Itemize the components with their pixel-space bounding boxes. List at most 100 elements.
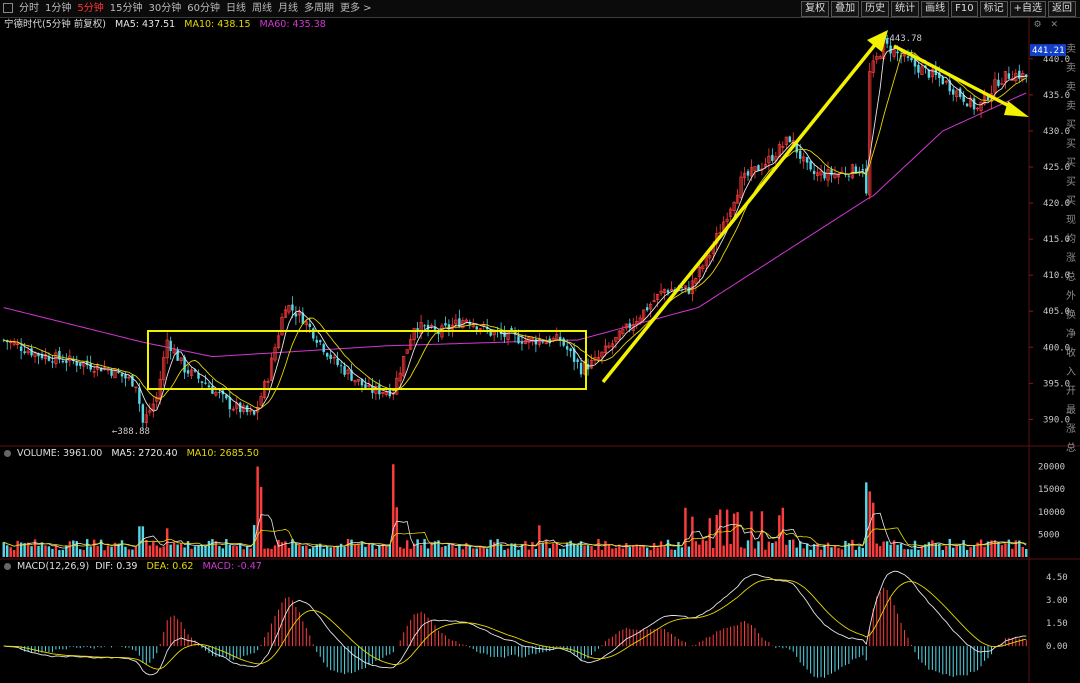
candle-body xyxy=(263,381,267,398)
volume-bar xyxy=(162,546,165,557)
volume-bar xyxy=(837,547,840,557)
volume-bar xyxy=(875,543,878,557)
tool-button-2[interactable]: 历史 xyxy=(861,1,890,17)
volume-bar xyxy=(141,526,145,557)
volume-bar xyxy=(1018,540,1021,557)
candle-body xyxy=(398,372,402,382)
candle-body xyxy=(26,350,30,354)
candle-body xyxy=(555,334,559,341)
candle-body xyxy=(325,353,329,357)
candle-body xyxy=(767,155,771,164)
volume-bar xyxy=(423,539,426,557)
candle-body xyxy=(16,343,20,345)
tab-2[interactable]: 5分钟 xyxy=(77,2,103,15)
candle-body xyxy=(371,385,374,393)
tab-4[interactable]: 30分钟 xyxy=(148,2,181,15)
candle-body xyxy=(510,328,513,332)
volume-bar xyxy=(976,542,979,557)
tab-6[interactable]: 日线 xyxy=(226,2,246,15)
candle-body xyxy=(259,396,263,406)
tool-button-7[interactable]: +自选 xyxy=(1009,1,1046,17)
candle-body xyxy=(565,346,569,350)
volume-bar xyxy=(579,541,583,557)
volume-bar xyxy=(614,547,618,557)
candle-body xyxy=(788,136,791,143)
volume-bar xyxy=(308,548,312,557)
tool-button-5[interactable]: F10 xyxy=(951,1,978,17)
candle-body xyxy=(635,321,639,325)
volume-bar xyxy=(245,546,249,557)
candle-body xyxy=(617,330,621,340)
candle-body xyxy=(520,341,524,344)
volume-bar xyxy=(30,546,33,557)
volume-bar xyxy=(746,540,750,557)
tool-button-1[interactable]: 叠加 xyxy=(831,1,860,17)
volume-bar xyxy=(534,548,538,557)
volume-bar xyxy=(399,547,402,557)
candle-body xyxy=(551,337,555,342)
tab-0[interactable]: 分时 xyxy=(19,2,39,15)
candle-body xyxy=(1000,83,1004,85)
tool-button-0[interactable]: 复权 xyxy=(801,1,830,17)
volume-bar xyxy=(625,543,628,557)
candle-body xyxy=(624,323,628,329)
tab-1[interactable]: 1分钟 xyxy=(45,2,71,15)
tab-5[interactable]: 60分钟 xyxy=(187,2,220,15)
macd-settings-icon[interactable] xyxy=(4,563,11,570)
volume-bar xyxy=(371,544,374,557)
volume-bar xyxy=(458,544,461,557)
volume-bar xyxy=(872,502,875,557)
close-icon[interactable]: ✕ xyxy=(1050,20,1058,30)
candle-body xyxy=(204,382,207,384)
volume-settings-icon[interactable] xyxy=(4,450,11,457)
tool-button-8[interactable]: 返回 xyxy=(1048,1,1076,17)
volume-bar xyxy=(165,528,169,557)
tool-button-6[interactable]: 标记 xyxy=(979,1,1008,17)
volume-bar xyxy=(9,547,12,557)
volume-bar xyxy=(809,549,812,557)
kline-chart[interactable]: ←443.78 ←388.88 440.0435.0430.0425.0420.0… xyxy=(0,0,1080,683)
tool-button-4[interactable]: 画线 xyxy=(921,1,950,17)
volume-bar xyxy=(955,545,958,557)
window-icon[interactable] xyxy=(3,3,13,13)
candle-body xyxy=(582,362,587,375)
candle-body xyxy=(200,381,204,383)
volume-bar xyxy=(242,549,245,557)
candle-body xyxy=(749,167,754,177)
volume-bar xyxy=(1021,546,1025,557)
candle-body xyxy=(899,55,903,57)
volume-bar xyxy=(127,549,131,557)
volume-bar xyxy=(545,539,548,557)
tab-3[interactable]: 15分钟 xyxy=(110,2,143,15)
candle-body xyxy=(628,323,631,329)
candle-body xyxy=(642,309,646,321)
volume-bar xyxy=(138,526,141,557)
tab-7[interactable]: 周线 xyxy=(252,2,272,15)
volume-bar xyxy=(569,540,572,557)
tool-button-3[interactable]: 统计 xyxy=(891,1,920,17)
candle-body xyxy=(1025,74,1028,77)
candle-body xyxy=(997,79,1000,86)
volume-bar xyxy=(701,539,705,557)
candle-body xyxy=(819,171,823,176)
volume-bar xyxy=(892,540,896,557)
candle-body xyxy=(711,245,715,254)
volume-bar xyxy=(346,538,350,557)
candle-body xyxy=(249,410,253,412)
tab-10[interactable]: 更多 > xyxy=(340,2,372,15)
candle-body xyxy=(593,357,597,361)
tab-8[interactable]: 月线 xyxy=(278,2,298,15)
volume-bar xyxy=(572,543,576,557)
volume-bar xyxy=(691,516,694,557)
tab-9[interactable]: 多周期 xyxy=(304,2,334,15)
window-controls: ⚙ ✕ xyxy=(1028,20,1059,30)
volume-bar xyxy=(583,545,586,557)
candle-body xyxy=(697,266,701,277)
volume-bar xyxy=(159,547,162,557)
candle-body xyxy=(924,65,927,69)
volume-bar xyxy=(103,550,106,557)
volume-bar xyxy=(437,540,440,557)
candle-body xyxy=(791,140,795,144)
gear-icon[interactable]: ⚙ xyxy=(1034,20,1042,30)
candle-body xyxy=(144,414,148,424)
